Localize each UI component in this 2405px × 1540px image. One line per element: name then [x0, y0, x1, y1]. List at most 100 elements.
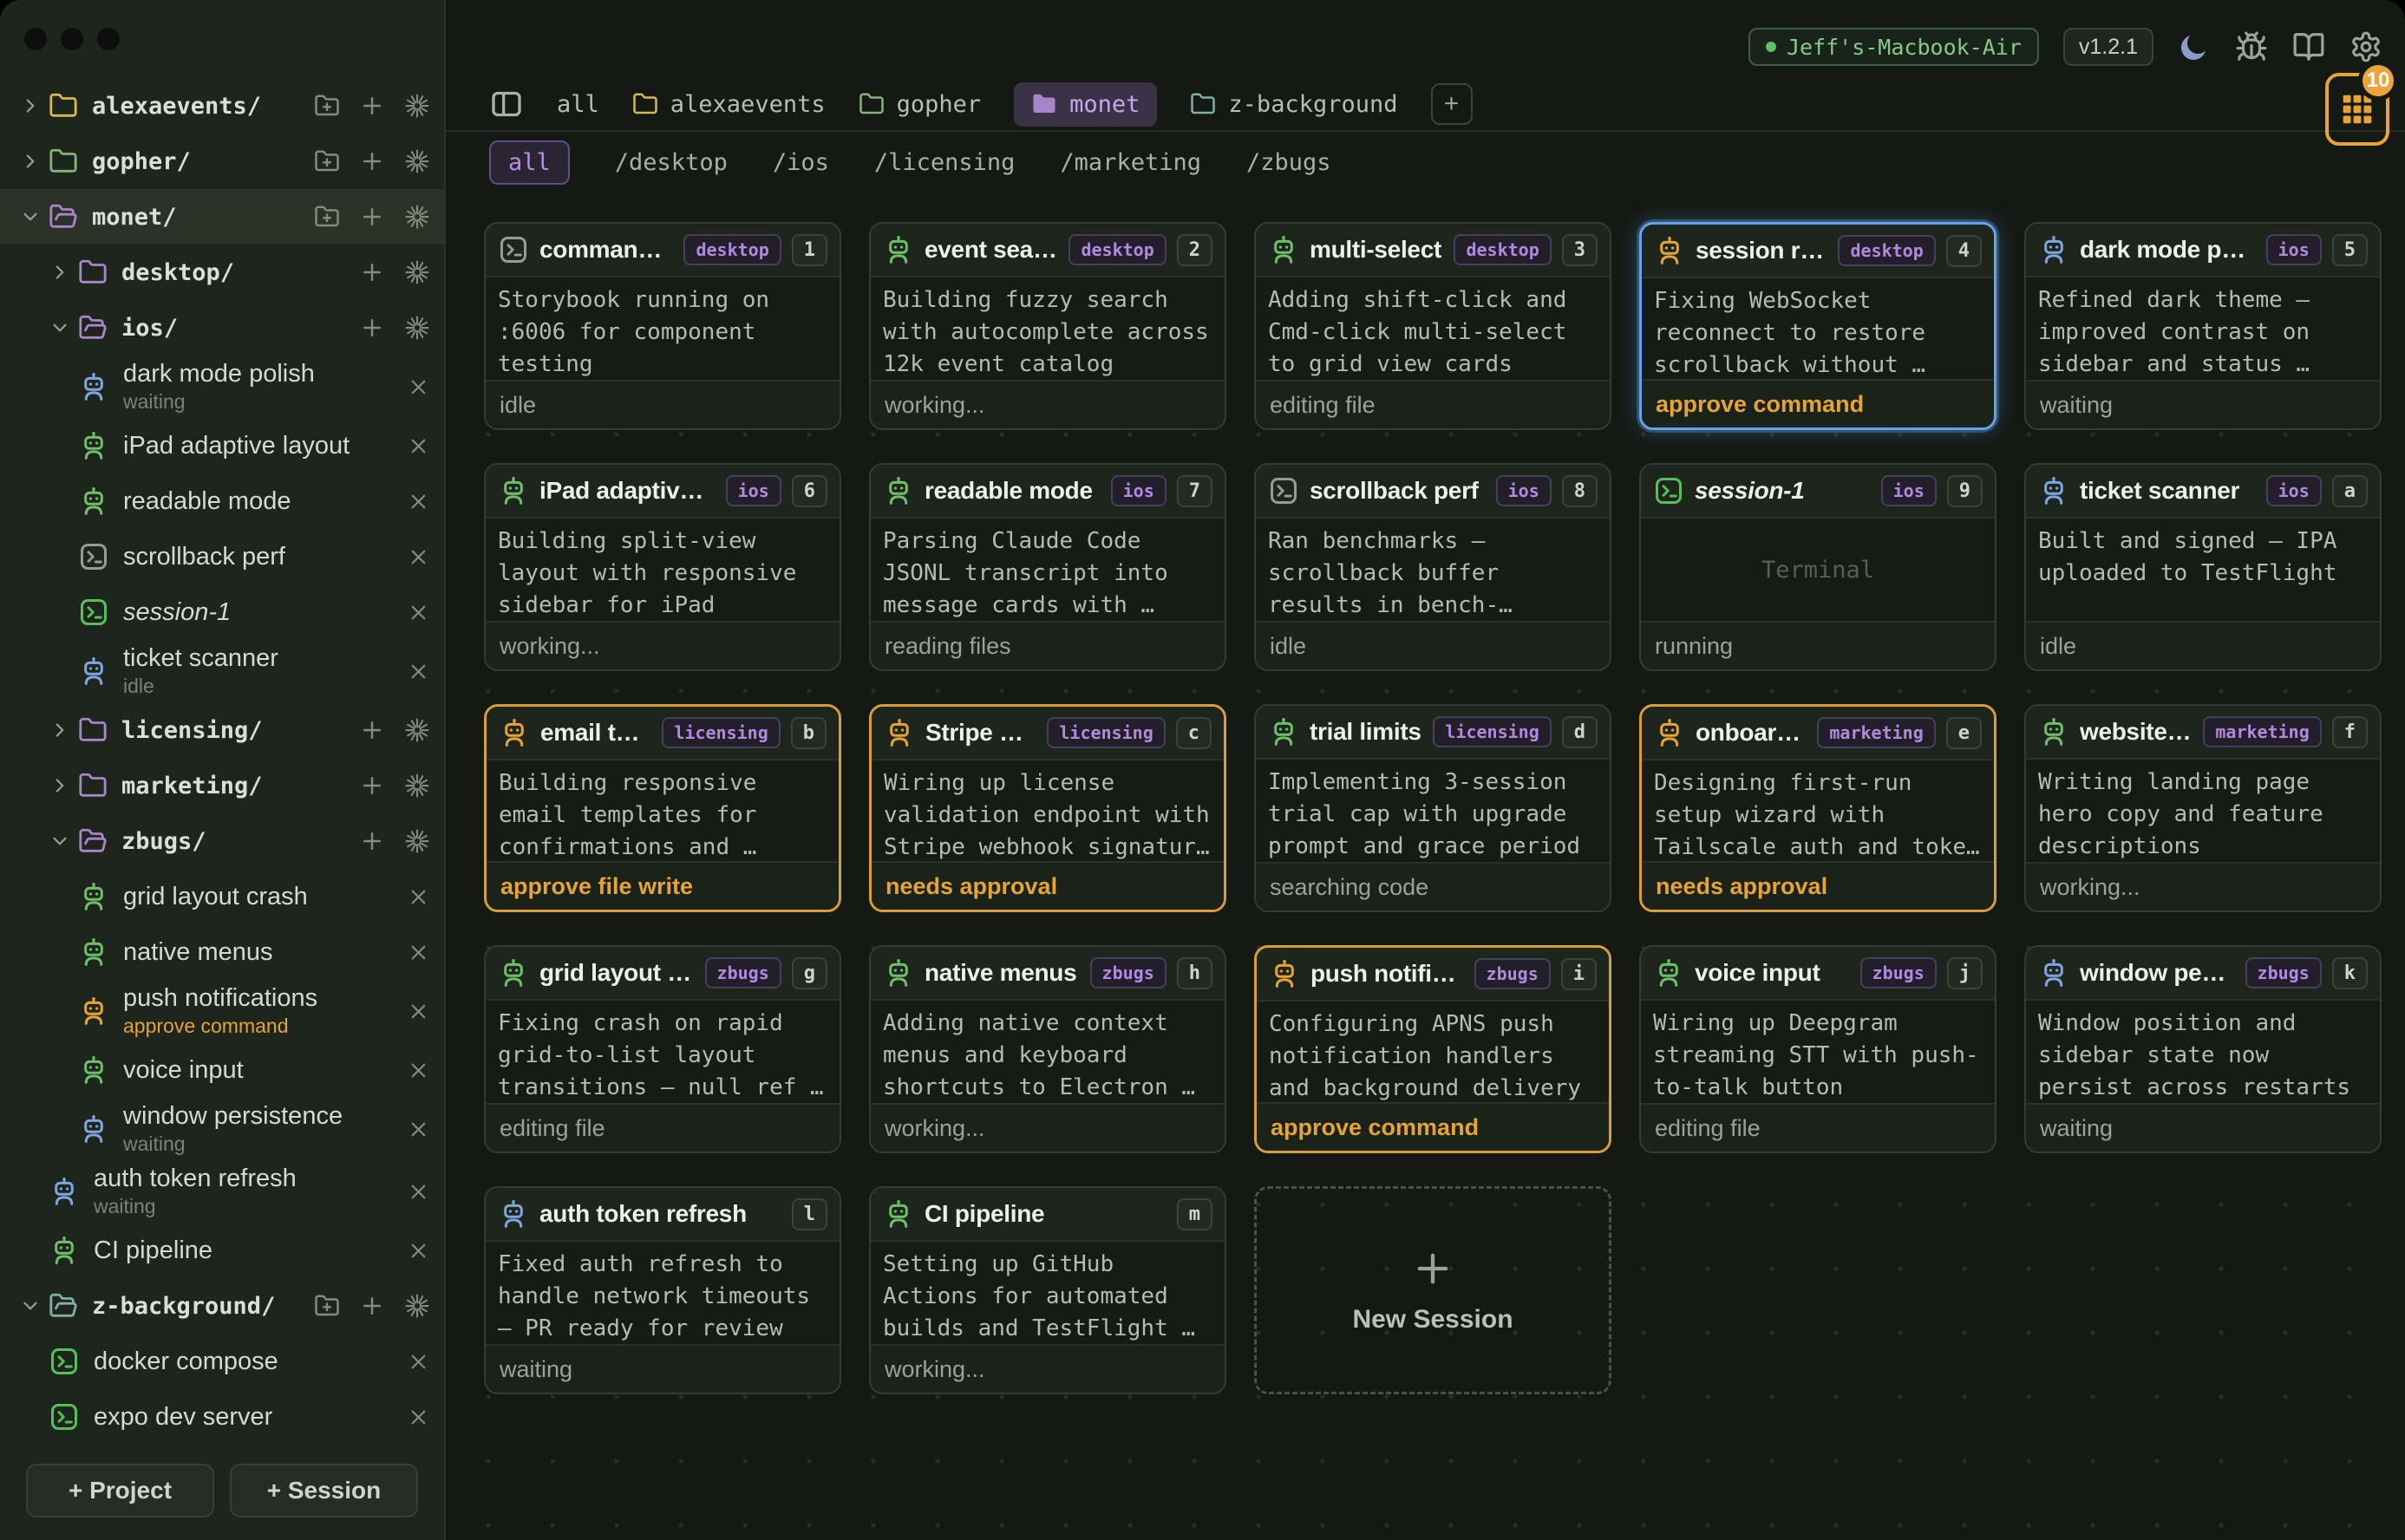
- sidebar-session-grid-layout-crash[interactable]: grid layout crash: [0, 869, 444, 924]
- traffic-light-minimize[interactable]: [61, 28, 83, 50]
- sidebar-session-ipad-adaptive-layout[interactable]: iPad adaptive layout: [0, 418, 444, 473]
- chevron-right-icon[interactable]: [49, 261, 71, 284]
- tab-all[interactable]: all: [557, 91, 599, 118]
- moon-icon[interactable]: [2178, 30, 2211, 63]
- sidebar-session-scrollback-perf[interactable]: scrollback perf: [0, 529, 444, 584]
- sidebar-session-expo-dev-server[interactable]: expo dev server: [0, 1389, 444, 1445]
- session-card-session-1[interactable]: session-1ios9Terminalrunning: [1639, 463, 1997, 671]
- traffic-light-close[interactable]: [24, 28, 47, 50]
- sidebar-folder-gopher[interactable]: gopher/: [0, 134, 444, 189]
- filter-ios[interactable]: /ios: [773, 149, 829, 176]
- folder-plus-icon[interactable]: [314, 148, 340, 174]
- sidebar-session-native-menus[interactable]: native menus: [0, 924, 444, 980]
- close-icon[interactable]: [407, 1000, 430, 1023]
- tab-alexaevents[interactable]: alexaevents: [632, 91, 826, 118]
- spark-icon[interactable]: [404, 315, 430, 341]
- close-icon[interactable]: [407, 601, 430, 624]
- sidebar-session-voice-input[interactable]: voice input: [0, 1042, 444, 1098]
- plus-icon[interactable]: [359, 93, 385, 119]
- bug-icon[interactable]: [2235, 30, 2268, 63]
- spark-icon[interactable]: [404, 773, 430, 799]
- sidebar-session-session-1[interactable]: session-1: [0, 584, 444, 640]
- filter-all[interactable]: all: [489, 140, 570, 185]
- close-icon[interactable]: [407, 1180, 430, 1204]
- session-card-event-search[interactable]: event searchdesktop2Building fuzzy searc…: [869, 222, 1226, 430]
- sidebar-session-push-notifications[interactable]: push notificationsapprove command: [0, 980, 444, 1042]
- sidebar-session-docker-compose[interactable]: docker compose: [0, 1334, 444, 1389]
- sidebar-folder-ios[interactable]: ios/: [0, 300, 444, 356]
- sidebar-folder-monet[interactable]: monet/: [0, 189, 444, 245]
- spark-icon[interactable]: [404, 717, 430, 743]
- filter-licensing[interactable]: /licensing: [874, 149, 1016, 176]
- close-icon[interactable]: [407, 1239, 430, 1263]
- sidebar-session-ticket-scanner[interactable]: ticket scanneridle: [0, 640, 444, 702]
- plus-icon[interactable]: [359, 204, 385, 230]
- tab-monet[interactable]: monet: [1014, 82, 1157, 127]
- session-card-window-persist[interactable]: window persist...zbugskWindow position a…: [2024, 945, 2382, 1153]
- session-card-dark-mode-polish[interactable]: dark mode polishios5Refined dark theme —…: [2024, 222, 2382, 430]
- close-icon[interactable]: [407, 941, 430, 964]
- spark-icon[interactable]: [404, 93, 430, 119]
- session-card-readable-mode[interactable]: readable modeios7Parsing Claude Code JSO…: [869, 463, 1226, 671]
- session-card-ipad-adaptive-lay[interactable]: iPad adaptive lay...ios6Building split-v…: [484, 463, 841, 671]
- plus-icon[interactable]: [359, 315, 385, 341]
- host-badge[interactable]: Jeff's-Macbook-Air: [1748, 28, 2039, 66]
- new-session-tile[interactable]: New Session: [1254, 1186, 1611, 1394]
- folder-plus-icon[interactable]: [314, 93, 340, 119]
- close-icon[interactable]: [407, 375, 430, 399]
- close-icon[interactable]: [407, 1118, 430, 1141]
- gear-icon[interactable]: [2349, 30, 2382, 63]
- plus-icon[interactable]: [359, 717, 385, 743]
- session-card-push-notificati[interactable]: push notificati...zbugsiConfiguring APNS…: [1254, 945, 1611, 1153]
- session-card-multi-select[interactable]: multi-selectdesktop3Adding shift-click a…: [1254, 222, 1611, 430]
- session-card-trial-limits[interactable]: trial limitslicensingdImplementing 3-ses…: [1254, 704, 1611, 912]
- chevron-down-icon[interactable]: [49, 830, 71, 852]
- session-card-auth-token-refresh[interactable]: auth token refreshlFixed auth refresh to…: [484, 1186, 841, 1394]
- spark-icon[interactable]: [404, 204, 430, 230]
- sidebar-folder-desktop[interactable]: desktop/: [0, 245, 444, 300]
- plus-icon[interactable]: [359, 828, 385, 854]
- close-icon[interactable]: [407, 1406, 430, 1429]
- session-card-stripe-web[interactable]: Stripe web...licensingcWiring up license…: [869, 704, 1226, 912]
- session-card-command-pal[interactable]: command pal...desktop1Storybook running …: [484, 222, 841, 430]
- folder-plus-icon[interactable]: [314, 1293, 340, 1319]
- plus-icon[interactable]: [359, 259, 385, 285]
- close-icon[interactable]: [407, 490, 430, 513]
- session-card-onboarding[interactable]: onboarding...marketingeDesigning first-r…: [1639, 704, 1997, 912]
- tab-gopher[interactable]: gopher: [859, 91, 982, 118]
- sidebar-folder-zbugs[interactable]: zbugs/: [0, 813, 444, 869]
- sidebar-folder-z-background[interactable]: z-background/: [0, 1278, 444, 1334]
- sidebar-folder-licensing[interactable]: licensing/: [0, 702, 444, 758]
- sidebar-session-window-persistence[interactable]: window persistencewaiting: [0, 1098, 444, 1160]
- panel-icon[interactable]: [489, 87, 524, 121]
- sidebar-session-auth-token-refresh[interactable]: auth token refreshwaiting: [0, 1160, 444, 1223]
- session-card-ci-pipeline[interactable]: CI pipelinemSetting up GitHub Actions fo…: [869, 1186, 1226, 1394]
- chevron-right-icon[interactable]: [19, 150, 42, 173]
- chevron-down-icon[interactable]: [19, 1295, 42, 1317]
- chevron-down-icon[interactable]: [49, 316, 71, 339]
- chevron-right-icon[interactable]: [19, 95, 42, 117]
- new-project-button[interactable]: + Project: [26, 1464, 214, 1517]
- close-icon[interactable]: [407, 885, 430, 909]
- chevron-down-icon[interactable]: [19, 206, 42, 228]
- session-card-voice-input[interactable]: voice inputzbugsjWiring up Deepgram stre…: [1639, 945, 1997, 1153]
- close-icon[interactable]: [407, 545, 430, 569]
- notifications-grid-button[interactable]: 10: [2325, 73, 2389, 146]
- session-card-native-menus[interactable]: native menuszbugshAdding native context …: [869, 945, 1226, 1153]
- close-icon[interactable]: [407, 1350, 430, 1374]
- session-card-email-templ[interactable]: email templ...licensingbBuilding respons…: [484, 704, 841, 912]
- session-card-session-reco[interactable]: session reco...desktop4Fixing WebSocket …: [1639, 222, 1997, 430]
- tab-z-background[interactable]: z-background: [1190, 91, 1397, 118]
- sidebar-folder-alexaevents[interactable]: alexaevents/: [0, 78, 444, 134]
- sidebar-session-dark-mode-polish[interactable]: dark mode polishwaiting: [0, 356, 444, 418]
- sidebar-session-readable-mode[interactable]: readable mode: [0, 473, 444, 529]
- spark-icon[interactable]: [404, 1293, 430, 1319]
- filter-marketing[interactable]: /marketing: [1060, 149, 1201, 176]
- spark-icon[interactable]: [404, 828, 430, 854]
- folder-plus-icon[interactable]: [314, 204, 340, 230]
- book-icon[interactable]: [2292, 30, 2325, 63]
- session-card-grid-layout-crash[interactable]: grid layout crashzbugsgFixing crash on r…: [484, 945, 841, 1153]
- new-session-button[interactable]: + Session: [230, 1464, 418, 1517]
- spark-icon[interactable]: [404, 259, 430, 285]
- chevron-right-icon[interactable]: [49, 774, 71, 797]
